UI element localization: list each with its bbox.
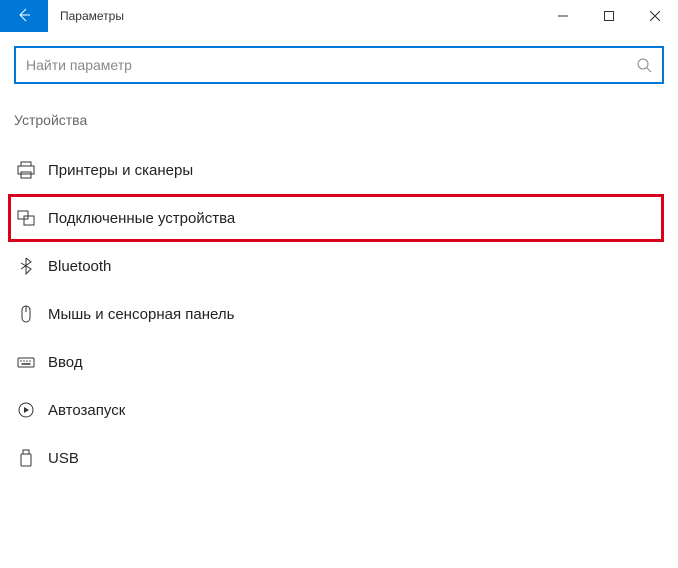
search-icon: [636, 57, 652, 73]
window-controls: [540, 0, 678, 32]
search-input[interactable]: [26, 57, 636, 73]
maximize-button[interactable]: [586, 0, 632, 32]
nav-item-label: Мышь и сенсорная панель: [48, 306, 234, 323]
nav-item-label: Принтеры и сканеры: [48, 162, 193, 179]
mouse-icon: [16, 304, 36, 324]
maximize-icon: [604, 8, 614, 24]
minimize-button[interactable]: [540, 0, 586, 32]
nav-item-label: Bluetooth: [48, 258, 111, 275]
nav-item-connected-devices[interactable]: Подключенные устройства: [8, 194, 664, 242]
nav-item-label: Автозапуск: [48, 402, 125, 419]
nav-item-usb[interactable]: USB: [14, 434, 664, 482]
nav-item-mouse[interactable]: Мышь и сенсорная панель: [14, 290, 664, 338]
nav-item-autoplay[interactable]: Автозапуск: [14, 386, 664, 434]
connected-icon: [16, 208, 36, 228]
keyboard-icon: [16, 352, 36, 372]
nav-item-label: Ввод: [48, 354, 83, 371]
bluetooth-icon: [16, 256, 36, 276]
back-button[interactable]: [0, 0, 48, 32]
minimize-icon: [558, 8, 568, 24]
nav-item-printers[interactable]: Принтеры и сканеры: [14, 146, 664, 194]
printer-icon: [16, 160, 36, 180]
arrow-left-icon: [16, 7, 32, 26]
close-button[interactable]: [632, 0, 678, 32]
nav-item-bluetooth[interactable]: Bluetooth: [14, 242, 664, 290]
nav-list: Принтеры и сканеры Подключенные устройст…: [14, 146, 664, 482]
content-area: Устройства Принтеры и сканеры Подключенн…: [0, 32, 678, 482]
nav-item-label: USB: [48, 450, 79, 467]
nav-item-label: Подключенные устройства: [48, 210, 235, 227]
window-title: Параметры: [48, 0, 540, 32]
search-box[interactable]: [14, 46, 664, 84]
close-icon: [650, 8, 660, 24]
usb-icon: [16, 448, 36, 468]
section-title: Устройства: [14, 112, 664, 128]
titlebar: Параметры: [0, 0, 678, 32]
autoplay-icon: [16, 400, 36, 420]
nav-item-typing[interactable]: Ввод: [14, 338, 664, 386]
